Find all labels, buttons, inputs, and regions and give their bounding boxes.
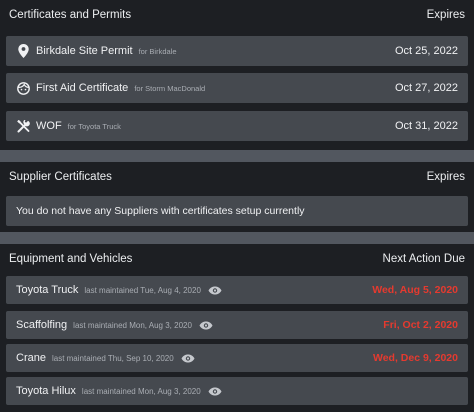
equipment-name: Crane [16, 352, 46, 364]
suppliers-title: Supplier Certificates [9, 171, 112, 183]
tools-icon [16, 119, 30, 133]
certificate-name: WOF [36, 120, 62, 132]
equipment-last-maintained: last maintained Tue, Aug 4, 2020 [84, 285, 201, 295]
certificates-header: Certificates and Permits Expires [0, 0, 474, 30]
equipment-last-maintained: last maintained Thu, Sep 10, 2020 [51, 353, 174, 363]
equipment-name: Toyota Hilux [16, 385, 76, 397]
certificate-row-birkdale[interactable]: Birkdale Site Permit for Birkdale Oct 25… [6, 36, 468, 66]
equipment-row-toyota-hilux[interactable]: Toyota Hilux last maintained Mon, Aug 3,… [6, 377, 468, 405]
certificate-subject: for Birkdale [138, 46, 177, 56]
certificate-row-first-aid[interactable]: First Aid Certificate for Storm MacDonal… [6, 73, 468, 103]
equipment-next-action-date: Wed, Aug 5, 2020 [372, 284, 458, 296]
equipment-title: Equipment and Vehicles [9, 253, 133, 265]
equipment-row-crane[interactable]: Crane last maintained Thu, Sep 10, 2020 … [6, 344, 468, 372]
equipment-panel: Equipment and Vehicles Next Action Due T… [0, 244, 474, 412]
suppliers-header: Supplier Certificates Expires [0, 162, 474, 192]
certificate-subject: for Storm MacDonald [134, 83, 206, 93]
equipment-name: Toyota Truck [16, 284, 79, 296]
certificate-row-wof[interactable]: WOF for Toyota Truck Oct 31, 2022 [6, 111, 468, 141]
certificates-title: Certificates and Permits [9, 9, 132, 21]
certificate-name: Birkdale Site Permit [36, 45, 133, 57]
map-pin-icon [16, 44, 30, 58]
certificates-column-expires: Expires [426, 9, 465, 21]
equipment-last-maintained: last maintained Mon, Aug 3, 2020 [73, 320, 192, 330]
equipment-last-maintained: last maintained Mon, Aug 3, 2020 [81, 386, 201, 396]
suppliers-empty-message: You do not have any Suppliers with certi… [16, 205, 305, 217]
certificate-subject: for Toyota Truck [67, 121, 121, 131]
eye-icon[interactable] [208, 285, 222, 295]
certificate-expiry: Oct 31, 2022 [395, 120, 458, 132]
equipment-name: Scaffolfing [16, 319, 68, 331]
equipment-column-next-action: Next Action Due [382, 253, 465, 265]
suppliers-empty-message-row: You do not have any Suppliers with certi… [6, 196, 468, 226]
certificate-expiry: Oct 27, 2022 [395, 82, 458, 94]
face-icon [16, 81, 30, 95]
equipment-row-toyota-truck[interactable]: Toyota Truck last maintained Tue, Aug 4,… [6, 276, 468, 304]
suppliers-panel: Supplier Certificates Expires You do not… [0, 162, 474, 232]
eye-icon[interactable] [208, 386, 222, 396]
equipment-row-scaffolfing[interactable]: Scaffolfing last maintained Mon, Aug 3, … [6, 311, 468, 339]
equipment-next-action-date: Wed, Dec 9, 2020 [372, 352, 458, 364]
eye-icon[interactable] [199, 320, 213, 330]
certificate-expiry: Oct 25, 2022 [395, 45, 458, 57]
equipment-header: Equipment and Vehicles Next Action Due [0, 244, 474, 274]
eye-icon[interactable] [181, 353, 195, 363]
certificate-name: First Aid Certificate [36, 82, 129, 94]
certificates-panel: Certificates and Permits Expires Birkdal… [0, 0, 474, 150]
equipment-next-action-date: Fri, Oct 2, 2020 [383, 319, 458, 331]
suppliers-column-expires: Expires [426, 171, 465, 183]
